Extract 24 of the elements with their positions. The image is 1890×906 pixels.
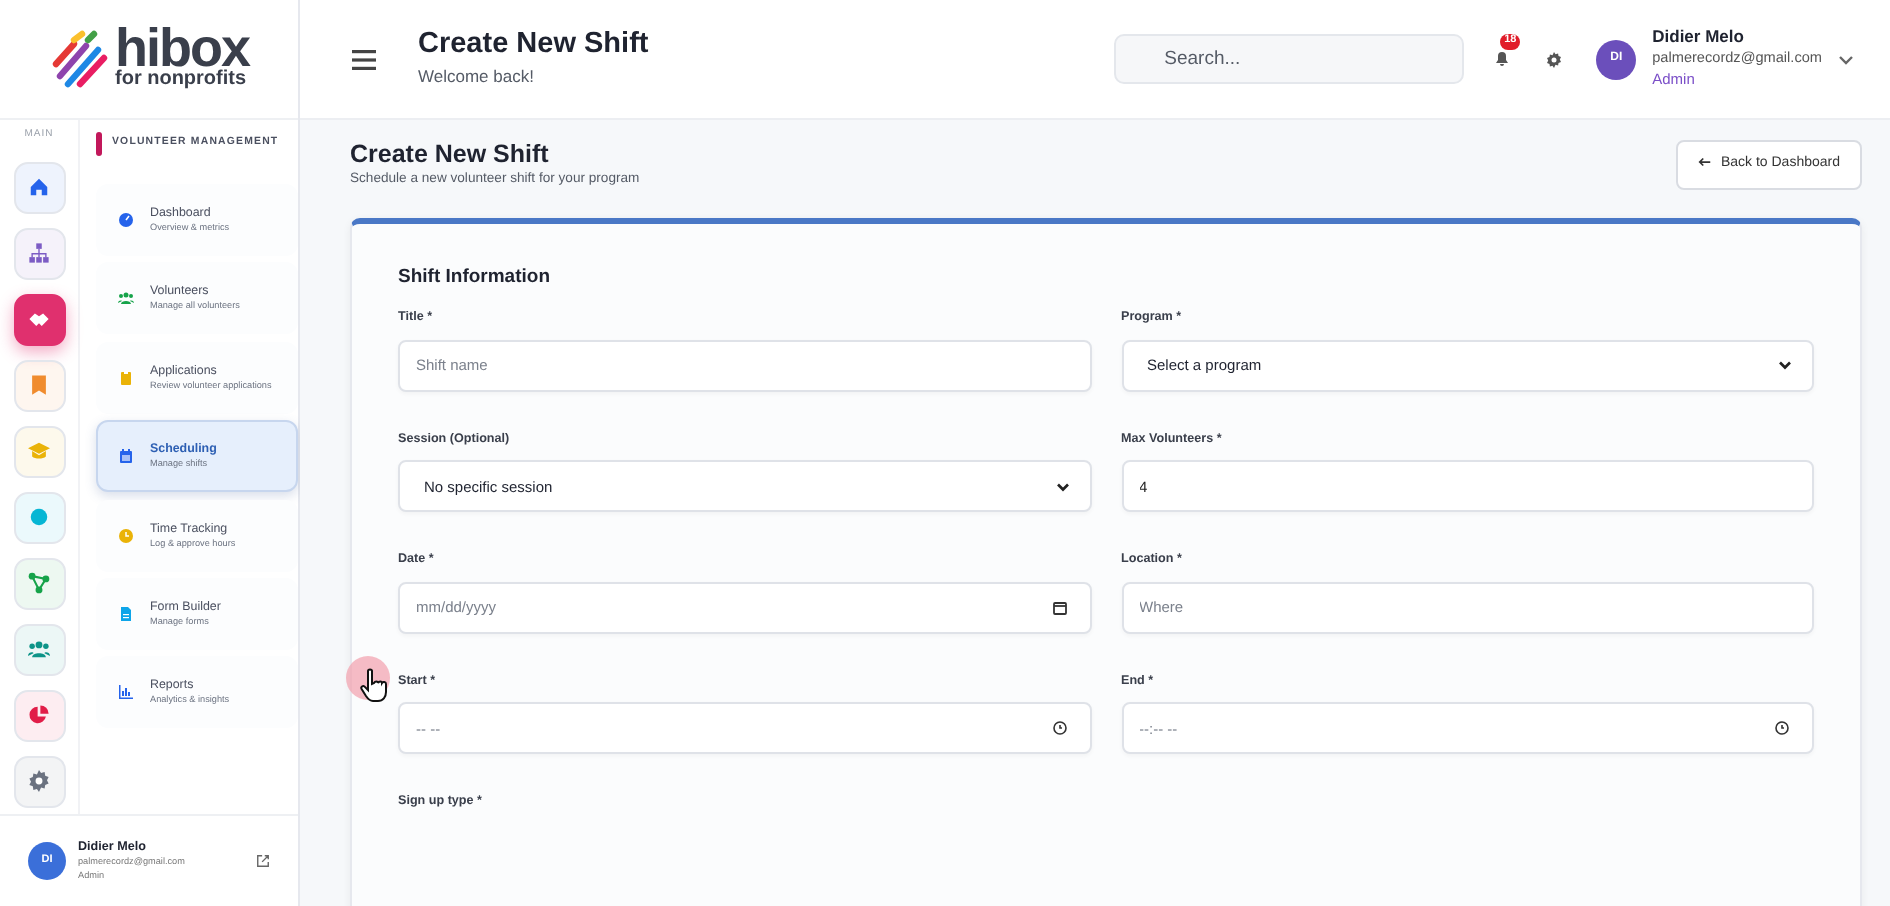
section-title: Shift Information xyxy=(398,264,552,293)
hand-cursor-icon xyxy=(360,667,388,702)
search-field[interactable]: Search... xyxy=(1114,34,1465,84)
rail-button[interactable] xyxy=(13,293,65,345)
user-name: Didier Melo xyxy=(1652,26,1746,49)
chevron-down-icon[interactable] xyxy=(1838,53,1854,65)
calendar-icon[interactable] xyxy=(1051,599,1067,616)
bell-icon[interactable] xyxy=(1494,50,1511,68)
header-subtitle: Welcome back! xyxy=(418,63,536,90)
clock-icon[interactable] xyxy=(1051,720,1067,737)
settings-icon[interactable] xyxy=(1546,51,1563,67)
clock-icon[interactable] xyxy=(1774,720,1790,737)
handshake-icon xyxy=(28,308,50,330)
external-link-icon[interactable] xyxy=(256,854,270,868)
logo-icon xyxy=(49,29,109,89)
menu-icon[interactable] xyxy=(352,49,376,69)
arrow-left-icon xyxy=(1698,156,1713,169)
brand-name: hibox xyxy=(115,27,249,71)
brand-tagline: for nonprofits xyxy=(115,70,247,91)
page-title: Create New Shift xyxy=(350,140,551,170)
header-title: Create New Shift xyxy=(418,28,649,64)
chevron-down-icon xyxy=(1055,481,1069,492)
section-marker xyxy=(96,132,102,156)
chevron-down-icon xyxy=(1778,360,1792,371)
